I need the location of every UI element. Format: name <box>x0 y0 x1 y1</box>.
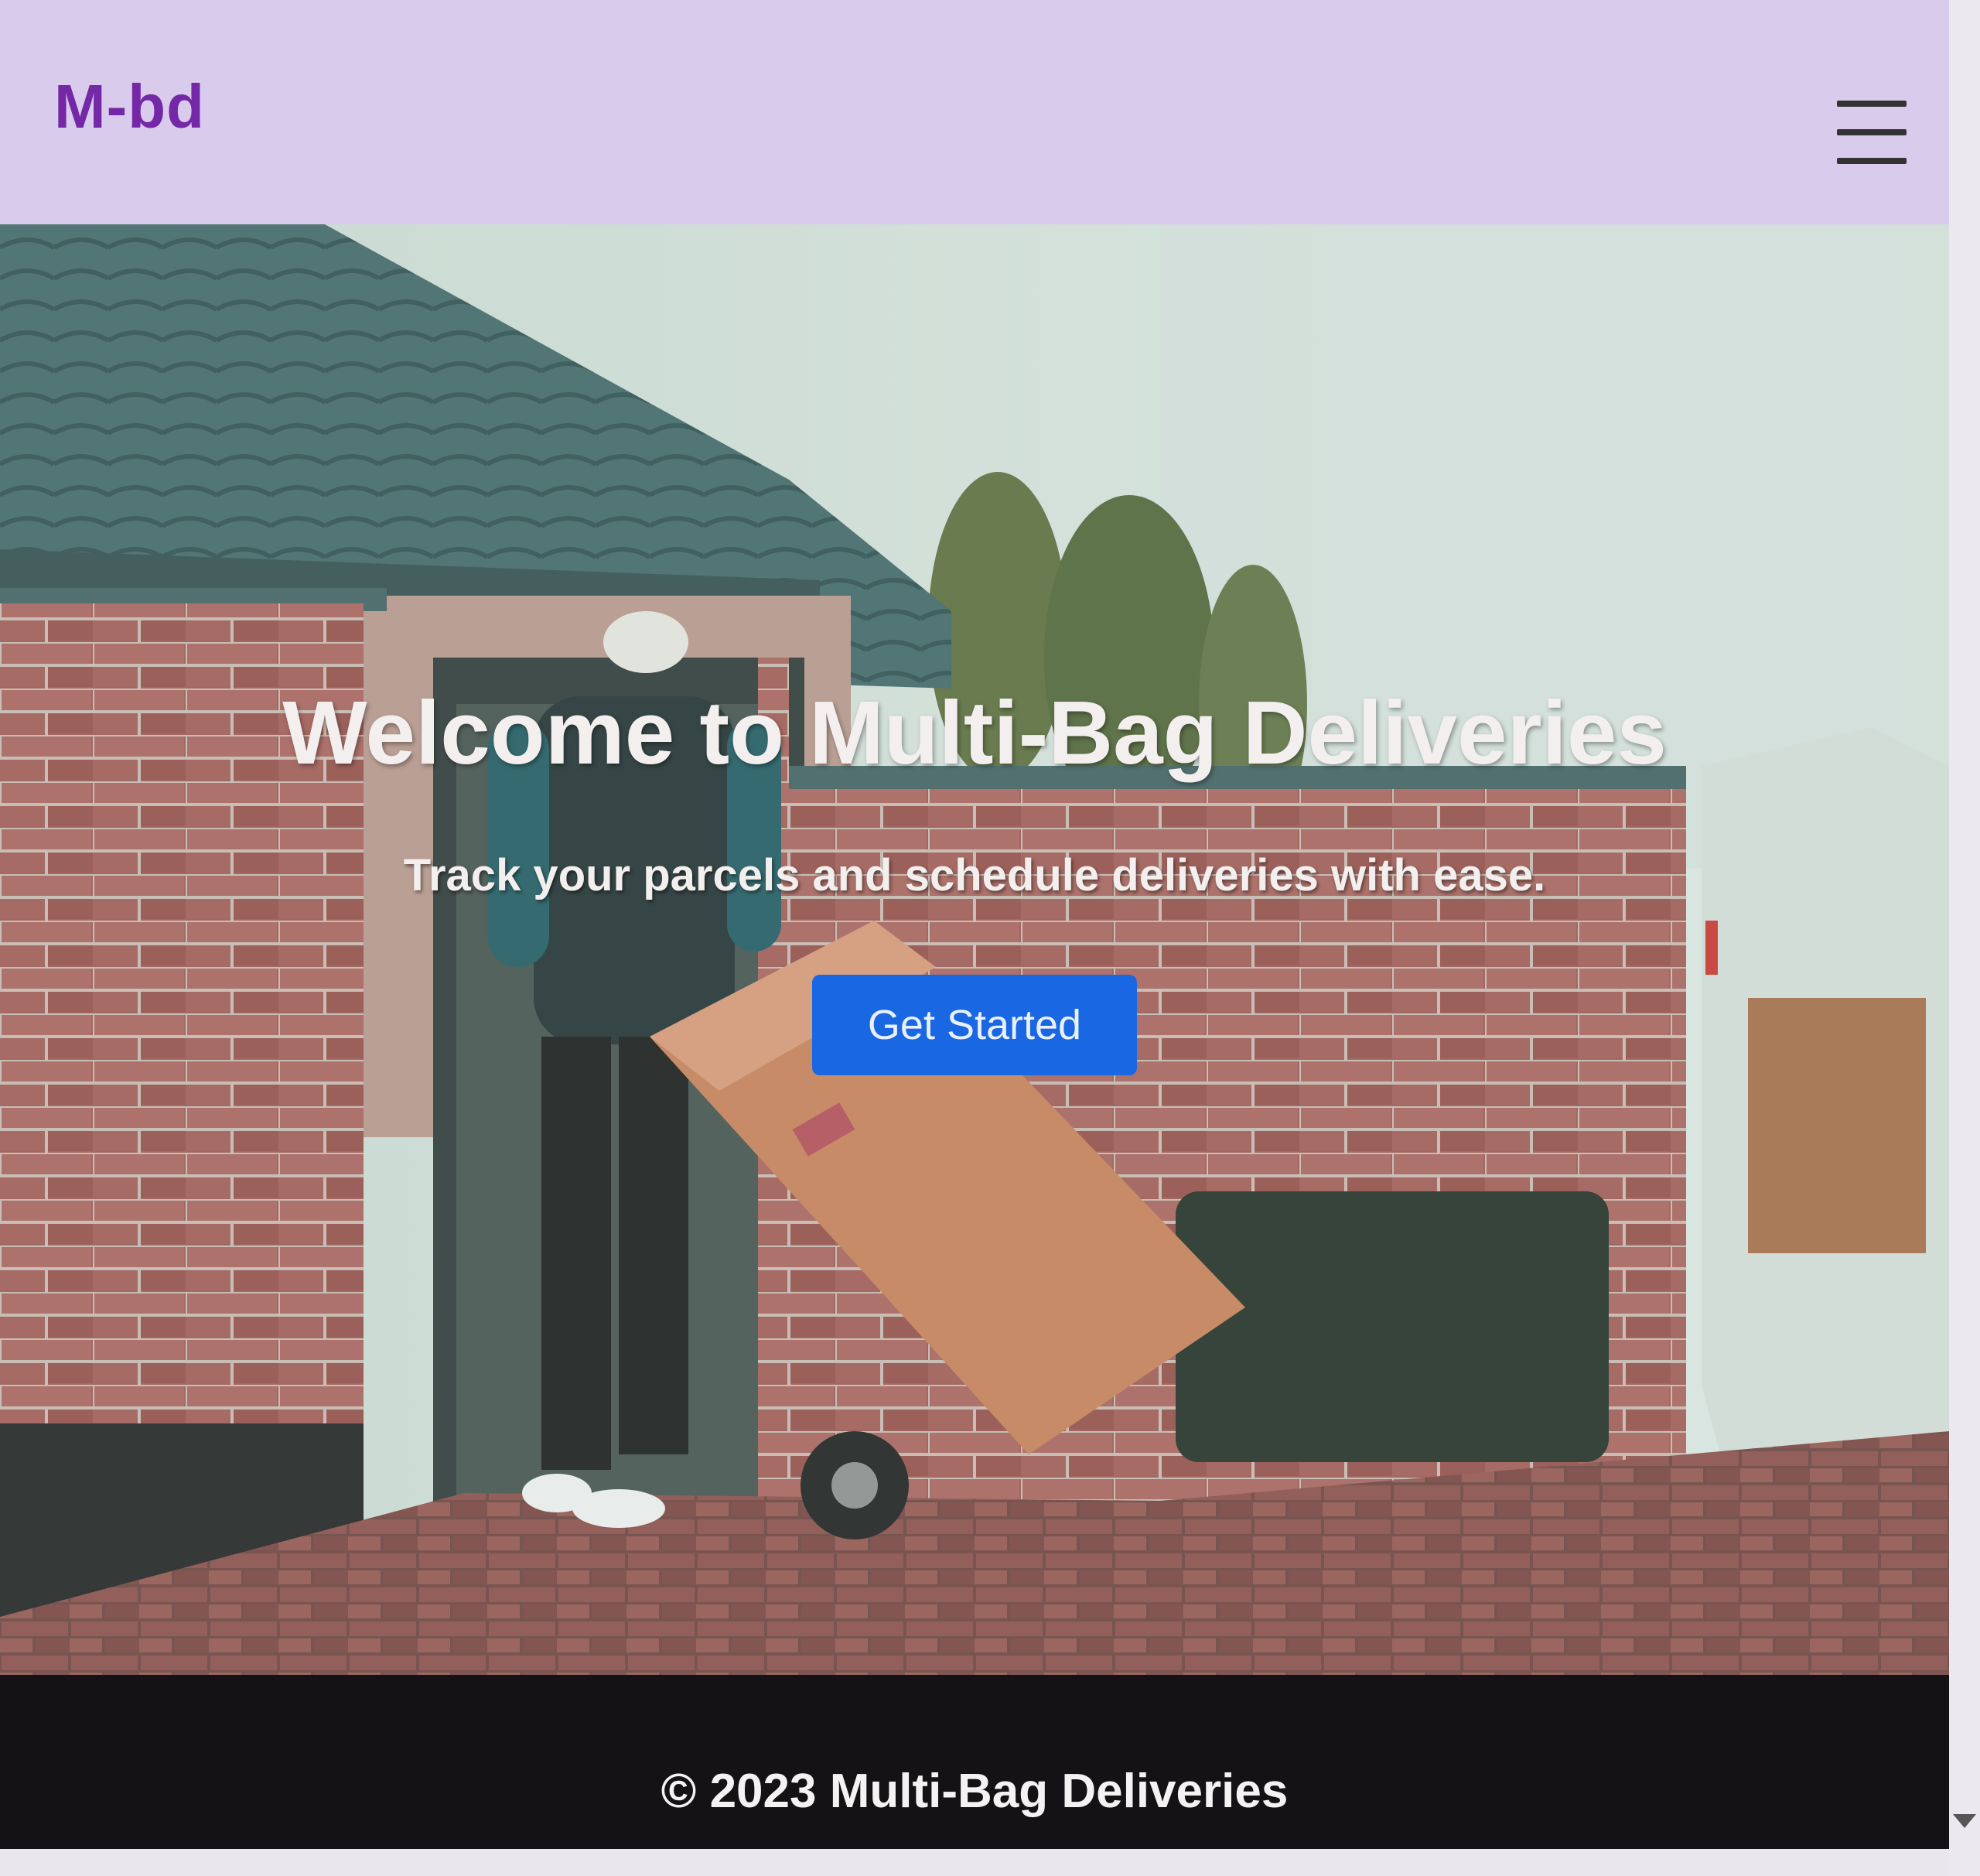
get-started-button[interactable]: Get Started <box>812 975 1137 1075</box>
hamburger-menu-icon[interactable] <box>1837 101 1907 164</box>
menu-bar <box>1837 101 1907 107</box>
hero-title: Welcome to Multi-Bag Deliveries <box>282 682 1667 783</box>
footer-copyright: © 2023 Multi-Bag Deliveries <box>661 1765 1289 1818</box>
page-scrollbar[interactable] <box>1949 0 1980 1876</box>
brand-logo[interactable]: M-bd <box>54 71 205 142</box>
hero-overlay <box>0 224 1949 1675</box>
hero-section: Welcome to Multi-Bag Deliveries Track yo… <box>0 224 1949 1675</box>
scroll-down-arrow-icon[interactable] <box>1953 1814 1976 1828</box>
menu-bar <box>1837 129 1907 135</box>
menu-bar <box>1837 158 1907 164</box>
hero-subtitle: Track your parcels and schedule deliveri… <box>403 850 1546 900</box>
footer: © 2023 Multi-Bag Deliveries <box>0 1675 1949 1849</box>
browser-viewport: M-bd Welcome to Multi-Bag Deliveries Tra… <box>0 0 1949 1849</box>
navbar: M-bd <box>0 0 1949 232</box>
